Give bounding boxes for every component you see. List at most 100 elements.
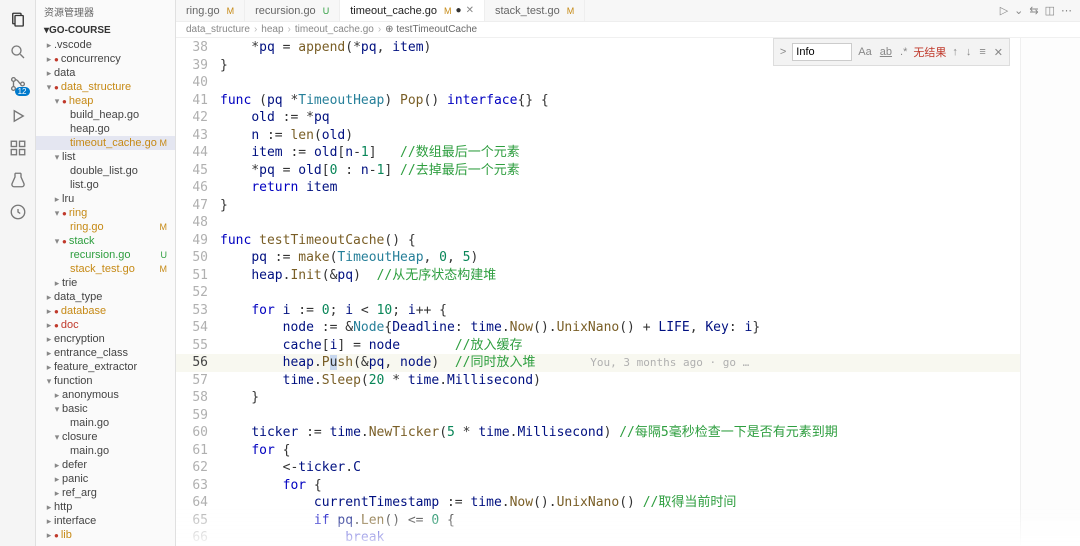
- debug-icon[interactable]: [4, 102, 32, 130]
- match-word-icon[interactable]: ab: [878, 46, 894, 58]
- file-tree-item[interactable]: timeout_cache.goM: [36, 136, 175, 150]
- breadcrumb-part[interactable]: timeout_cache.go: [295, 24, 374, 35]
- file-tree-item[interactable]: double_list.go: [36, 164, 175, 178]
- file-tree-item[interactable]: ▸lru: [36, 192, 175, 206]
- breadcrumb[interactable]: data_structure › heap › timeout_cache.go…: [176, 22, 1080, 38]
- breadcrumb-part[interactable]: data_structure: [186, 24, 250, 35]
- file-tree-item[interactable]: ▸data_type: [36, 290, 175, 304]
- test-icon[interactable]: [4, 166, 32, 194]
- file-tree-item[interactable]: ▸●oop: [36, 542, 175, 546]
- file-tree-item[interactable]: ▸data: [36, 66, 175, 80]
- code-line[interactable]: 53 for i := 0; i < 10; i++ {: [176, 302, 1020, 320]
- code-line[interactable]: 51 heap.Init(&pq) //从无序状态构建堆: [176, 267, 1020, 285]
- breadcrumb-symbol[interactable]: ⊕ testTimeoutCache: [385, 24, 477, 35]
- sidebar-section[interactable]: ▾ GO-COURSE: [36, 23, 175, 38]
- editor-tab[interactable]: timeout_cache.goM●✕: [340, 0, 485, 21]
- code-line[interactable]: 65 if pq.Len() <= 0 {: [176, 512, 1020, 530]
- find-close-icon[interactable]: ✕: [992, 46, 1005, 59]
- file-tree-item[interactable]: ▸●database: [36, 304, 175, 318]
- code-line[interactable]: 62 <-ticker.C: [176, 459, 1020, 477]
- file-tree-item[interactable]: ▾closure: [36, 430, 175, 444]
- file-tree-item[interactable]: ▾●ring: [36, 206, 175, 220]
- file-tree-item[interactable]: stack_test.goM: [36, 262, 175, 276]
- file-tree-item[interactable]: ▸trie: [36, 276, 175, 290]
- close-icon[interactable]: ✕: [466, 5, 474, 16]
- search-icon[interactable]: [4, 38, 32, 66]
- file-tree-item[interactable]: ▸●doc: [36, 318, 175, 332]
- file-tree-item[interactable]: main.go: [36, 416, 175, 430]
- find-prev-icon[interactable]: ↑: [950, 46, 960, 58]
- breadcrumb-part[interactable]: heap: [261, 24, 283, 35]
- code-line[interactable]: 52: [176, 284, 1020, 302]
- find-input[interactable]: [792, 43, 852, 61]
- file-tree-item[interactable]: ▸ref_arg: [36, 486, 175, 500]
- file-tree-item[interactable]: ▸.vscode: [36, 38, 175, 52]
- more-icon[interactable]: ⋯: [1061, 4, 1072, 17]
- find-toggle-replace-icon[interactable]: >: [778, 46, 788, 58]
- file-tree-item[interactable]: ▸●lib: [36, 528, 175, 542]
- file-tree-item[interactable]: ▾list: [36, 150, 175, 164]
- file-tree-item[interactable]: ▾●heap: [36, 94, 175, 108]
- file-tree-item[interactable]: list.go: [36, 178, 175, 192]
- file-tree-item[interactable]: ▸●concurrency: [36, 52, 175, 66]
- code-line[interactable]: 60 ticker := time.NewTicker(5 * time.Mil…: [176, 424, 1020, 442]
- file-tree-item[interactable]: ring.goM: [36, 220, 175, 234]
- editor-tab[interactable]: recursion.goU: [245, 0, 340, 21]
- scm-icon[interactable]: 12: [4, 70, 32, 98]
- code-line[interactable]: 54 node := &Node{Deadline: time.Now().Un…: [176, 319, 1020, 337]
- code-line[interactable]: 58 }: [176, 389, 1020, 407]
- regex-icon[interactable]: .*: [898, 46, 909, 58]
- code-line[interactable]: 50 pq := make(TimeoutHeap, 0, 5): [176, 249, 1020, 267]
- file-tree-item[interactable]: ▸defer: [36, 458, 175, 472]
- match-case-icon[interactable]: Aa: [856, 46, 873, 58]
- code-line[interactable]: 57 time.Sleep(20 * time.Millisecond): [176, 372, 1020, 390]
- file-tree-item[interactable]: ▸feature_extractor: [36, 360, 175, 374]
- terminal-icon[interactable]: ⌄: [1014, 4, 1023, 17]
- file-tree-item[interactable]: recursion.goU: [36, 248, 175, 262]
- code-line[interactable]: 55 cache[i] = node //放入缓存: [176, 337, 1020, 355]
- file-tree-item[interactable]: main.go: [36, 444, 175, 458]
- code-line[interactable]: 49func testTimeoutCache() {: [176, 232, 1020, 250]
- file-label: list: [62, 151, 171, 163]
- code-editor[interactable]: 38 *pq = append(*pq, item)39}4041func (p…: [176, 38, 1020, 546]
- code-line[interactable]: 47}: [176, 197, 1020, 215]
- editor-tab[interactable]: ring.goM: [176, 0, 245, 21]
- find-next-icon[interactable]: ↓: [964, 46, 974, 58]
- code-line[interactable]: 64 currentTimestamp := time.Now().UnixNa…: [176, 494, 1020, 512]
- file-tree-item[interactable]: ▸encryption: [36, 332, 175, 346]
- code-line[interactable]: 40: [176, 74, 1020, 92]
- code-line[interactable]: 44 item := old[n-1] //数组最后一个元素: [176, 144, 1020, 162]
- compare-icon[interactable]: ⇆: [1029, 4, 1038, 17]
- explorer-icon[interactable]: [4, 6, 32, 34]
- editor-tab[interactable]: stack_test.goM: [485, 0, 585, 21]
- file-tree-item[interactable]: heap.go: [36, 122, 175, 136]
- code-line[interactable]: 43 n := len(old): [176, 127, 1020, 145]
- code-line[interactable]: 41func (pq *TimeoutHeap) Pop() interface…: [176, 92, 1020, 110]
- file-tree-item[interactable]: ▸anonymous: [36, 388, 175, 402]
- code-line[interactable]: 66 break: [176, 529, 1020, 546]
- code-line[interactable]: 63 for {: [176, 477, 1020, 495]
- chevron-right-icon: ›: [254, 24, 257, 35]
- file-tree-item[interactable]: ▾basic: [36, 402, 175, 416]
- code-line[interactable]: 48: [176, 214, 1020, 232]
- code-line[interactable]: 61 for {: [176, 442, 1020, 460]
- accounts-icon[interactable]: [4, 198, 32, 226]
- code-line[interactable]: 59: [176, 407, 1020, 425]
- file-tree-item[interactable]: ▾●data_structure: [36, 80, 175, 94]
- code-line[interactable]: 46 return item: [176, 179, 1020, 197]
- file-tree-item[interactable]: ▸entrance_class: [36, 346, 175, 360]
- find-selection-icon[interactable]: ≡: [977, 46, 987, 58]
- file-tree-item[interactable]: ▾function: [36, 374, 175, 388]
- code-line[interactable]: 56 heap.Push(&pq, node) //同时放入堆 You, 3 m…: [176, 354, 1020, 372]
- file-tree-item[interactable]: ▸panic: [36, 472, 175, 486]
- minimap[interactable]: [1020, 38, 1080, 546]
- run-icon[interactable]: ▷: [1000, 4, 1008, 17]
- file-tree-item[interactable]: ▾●stack: [36, 234, 175, 248]
- extensions-icon[interactable]: [4, 134, 32, 162]
- split-icon[interactable]: ◫: [1045, 4, 1055, 17]
- code-line[interactable]: 42 old := *pq: [176, 109, 1020, 127]
- code-line[interactable]: 45 *pq = old[0 : n-1] //去掉最后一个元素: [176, 162, 1020, 180]
- file-tree-item[interactable]: ▸interface: [36, 514, 175, 528]
- file-tree-item[interactable]: ▸http: [36, 500, 175, 514]
- file-tree-item[interactable]: build_heap.go: [36, 108, 175, 122]
